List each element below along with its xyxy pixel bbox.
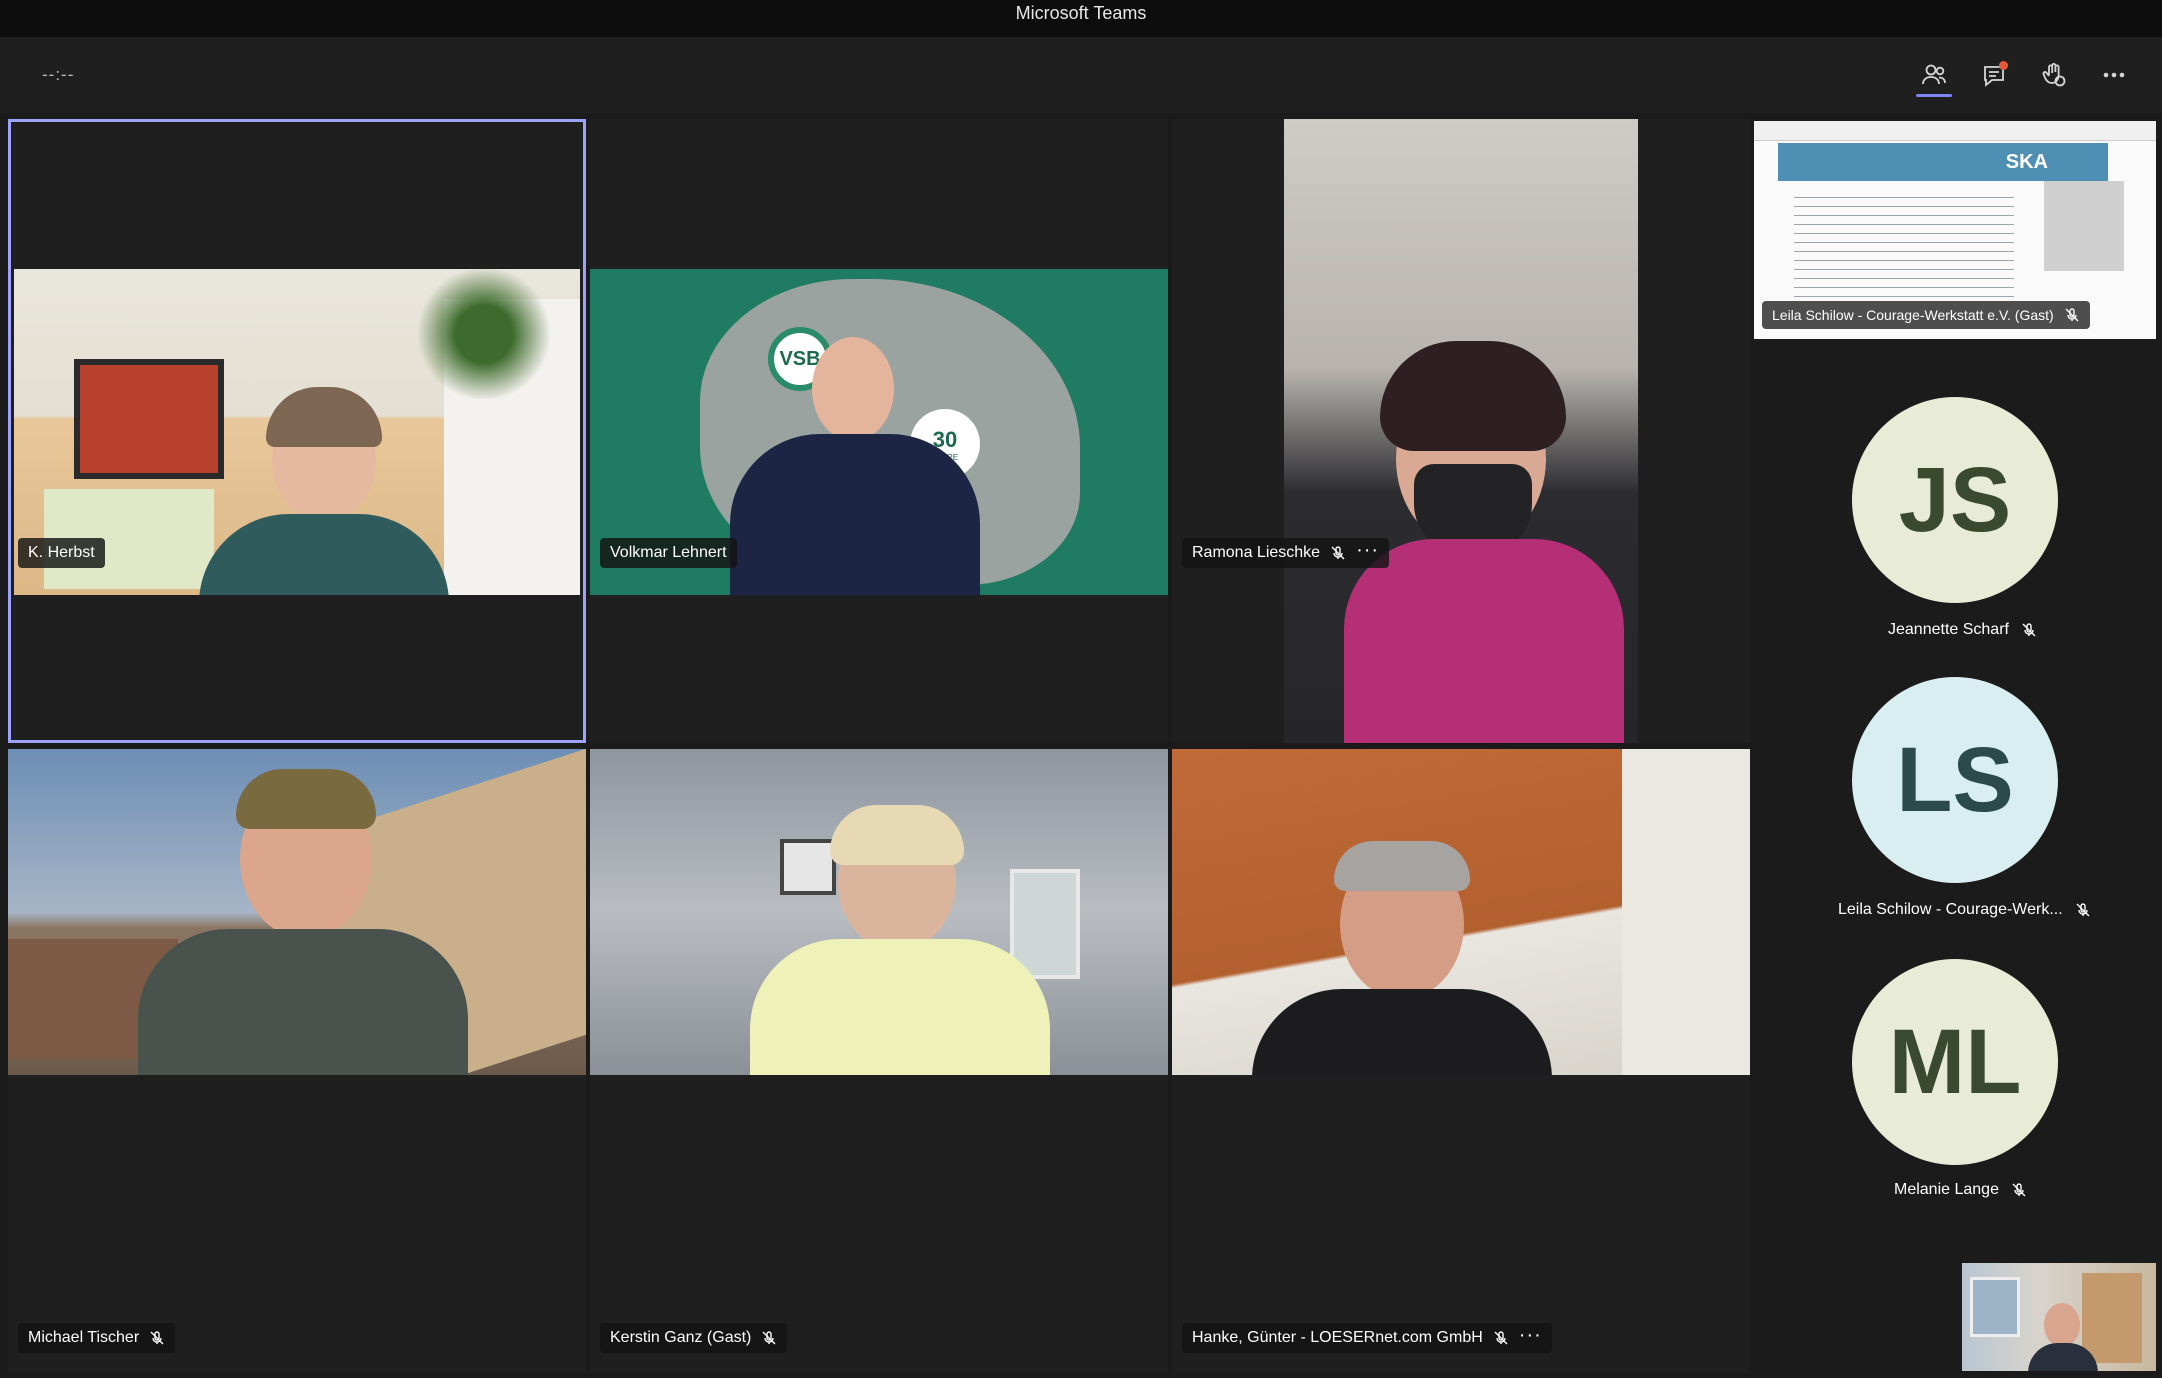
avatar-initials: ML xyxy=(1888,1010,2022,1113)
presenter-name-tag: Leila Schilow - Courage-Werkstatt e.V. (… xyxy=(1762,301,2090,329)
video-feed xyxy=(8,749,586,1075)
video-feed xyxy=(1284,119,1638,743)
wall xyxy=(1622,749,1750,1075)
participant-name: Michael Tischer xyxy=(28,1329,140,1346)
presenter-name: Leila Schilow - Courage-Werkstatt e.V. (… xyxy=(1772,307,2054,323)
mic-off-icon xyxy=(2065,308,2079,322)
slide-text xyxy=(1794,189,2014,299)
reactions-button[interactable] xyxy=(2028,51,2080,99)
people-icon xyxy=(1922,64,1946,85)
participant-name: Jeannette Scharf xyxy=(1888,621,2009,638)
shared-window-toolbar xyxy=(1754,121,2156,141)
participant-name: Hanke, Günter - LOESERnet.com GmbH xyxy=(1192,1329,1483,1346)
participant-name-tag: Hanke, Günter - LOESERnet.com GmbH ··· xyxy=(1182,1323,1552,1353)
mic-off-icon xyxy=(1494,1331,1508,1345)
chat-notification-badge xyxy=(1999,61,2008,70)
participant-name-tag: Volkmar Lehnert xyxy=(600,538,737,568)
participants-button[interactable] xyxy=(1908,51,1960,99)
more-icon xyxy=(2103,72,2125,78)
mic-off-icon xyxy=(150,1331,164,1345)
slide-logo: SKA xyxy=(2005,151,2048,173)
participant-name: Volkmar Lehnert xyxy=(610,544,727,561)
chat-button[interactable] xyxy=(1968,51,2020,99)
avatar-name-tag: Leila Schilow - Courage-Werk... xyxy=(1838,901,2091,919)
video-tile-volkmar-lehnert[interactable]: VSB 30 JAHRE Volkmar Lehnert xyxy=(590,119,1168,743)
meeting-timer: --:-- xyxy=(42,65,75,84)
mic-off-icon xyxy=(762,1331,776,1345)
avatar-name-tag: Jeannette Scharf xyxy=(1888,621,2037,639)
video-tile-k-herbst[interactable]: K. Herbst xyxy=(8,119,586,743)
screen-share-tile[interactable]: SKA Leila Schilow - Courage-Werkstatt e.… xyxy=(1754,121,2156,339)
plant xyxy=(414,269,554,399)
avatar-initials: LS xyxy=(1896,728,2014,831)
slide-header: SKA xyxy=(1778,143,2108,181)
hand-emoji-icon xyxy=(2042,63,2066,87)
video-stage: K. Herbst VSB 30 JAHRE Volkmar Lehnert R… xyxy=(0,113,2162,1378)
meeting-toolbar: --:-- xyxy=(0,37,2162,113)
more-options-button[interactable] xyxy=(2088,51,2140,99)
participant-more-button[interactable]: ··· xyxy=(1519,1325,1542,1345)
self-video-preview[interactable] xyxy=(1962,1263,2156,1371)
participant-name: Kerstin Ganz (Gast) xyxy=(610,1329,752,1346)
participant-name: Leila Schilow - Courage-Werk... xyxy=(1838,901,2063,918)
avatar-name-tag: Melanie Lange xyxy=(1894,1181,2027,1199)
wall-picture xyxy=(74,359,224,479)
video-tile-hanke-guenter[interactable]: Hanke, Günter - LOESERnet.com GmbH ··· xyxy=(1172,749,1750,1373)
cabinet xyxy=(2082,1273,2142,1363)
participant-name-tag: K. Herbst xyxy=(18,538,105,568)
participant-name-tag: Ramona Lieschke ··· xyxy=(1182,538,1390,568)
title-bar: Microsoft Teams xyxy=(0,0,2162,37)
video-feed xyxy=(590,749,1168,1075)
window-title: Microsoft Teams xyxy=(1015,3,1147,23)
avatar-initials: JS xyxy=(1898,448,2012,551)
participant-name-tag: Kerstin Ganz (Gast) xyxy=(600,1323,788,1353)
video-feed xyxy=(1172,749,1750,1075)
wall-frame xyxy=(780,839,836,895)
avatar-melanie-lange[interactable]: ML xyxy=(1852,959,2058,1165)
mic-off-icon xyxy=(1331,546,1345,560)
mic-off-icon xyxy=(2076,903,2090,917)
slide-image xyxy=(2044,181,2124,271)
participant-name: K. Herbst xyxy=(28,544,95,561)
participant-more-button[interactable]: ··· xyxy=(1356,540,1379,560)
avatar-leila-schilow[interactable]: LS xyxy=(1852,677,2058,883)
video-tile-michael-tischer[interactable]: Michael Tischer xyxy=(8,749,586,1373)
participant-name: Melanie Lange xyxy=(1894,1181,1999,1198)
mic-off-icon xyxy=(2012,1183,2026,1197)
participant-name-tag: Michael Tischer xyxy=(18,1323,176,1353)
window xyxy=(1970,1277,2020,1337)
participant-name: Ramona Lieschke xyxy=(1192,544,1321,561)
video-tile-kerstin-ganz[interactable]: Kerstin Ganz (Gast) xyxy=(590,749,1168,1373)
avatar-jeannette-scharf[interactable]: JS xyxy=(1852,397,2058,603)
mic-off-icon xyxy=(2022,623,2036,637)
video-tile-ramona-lieschke[interactable]: Ramona Lieschke ··· xyxy=(1172,119,1750,743)
